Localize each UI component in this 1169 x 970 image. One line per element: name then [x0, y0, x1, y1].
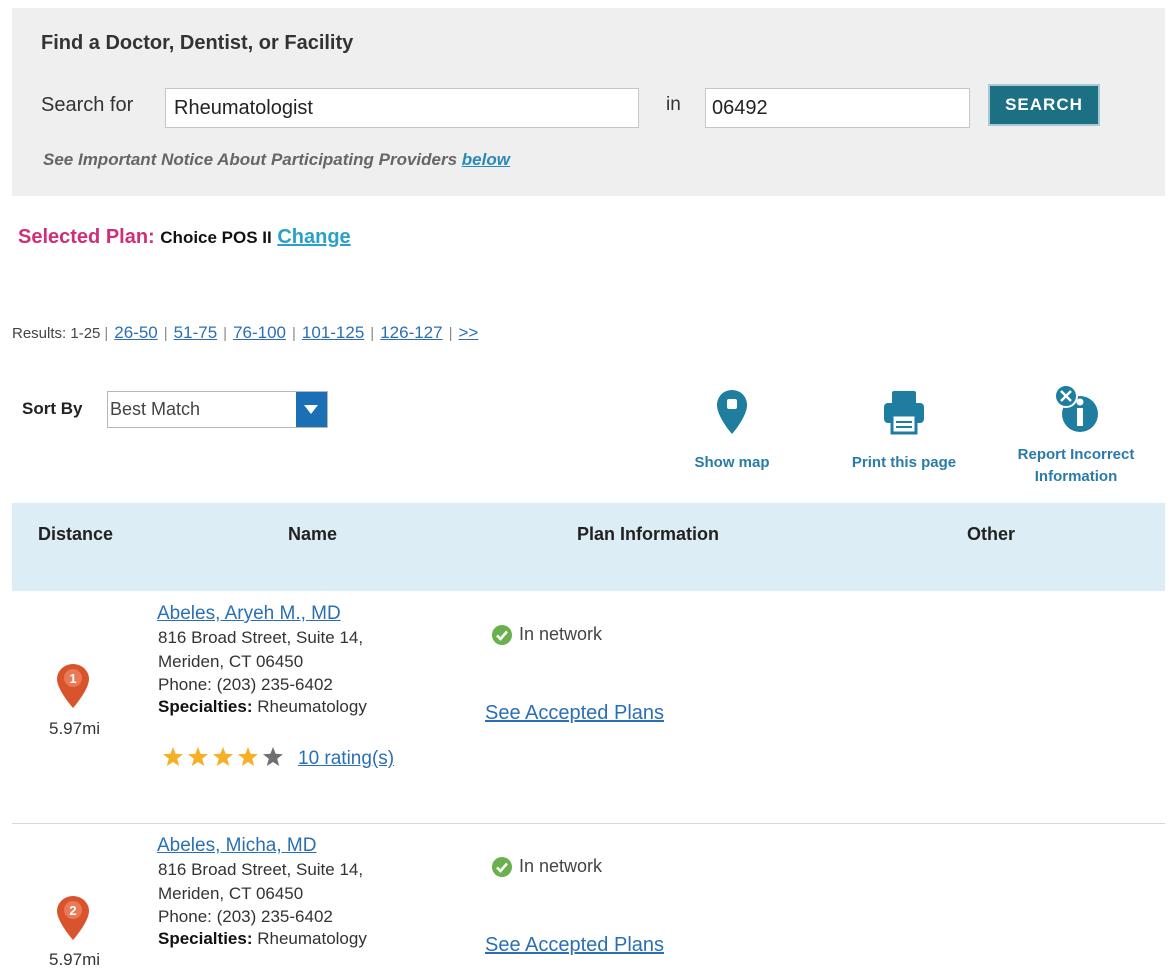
star-filled-icon: [163, 747, 183, 766]
location-in-label: in: [666, 94, 681, 115]
search-input[interactable]: [165, 88, 639, 128]
map-pin-icon: [717, 390, 747, 434]
notice-below-link[interactable]: below: [462, 150, 510, 169]
report-line-1: Report Incorrect: [1017, 446, 1135, 463]
search-panel: Find a Doctor, Dentist, or Facility Sear…: [12, 8, 1165, 196]
page-link-101-125[interactable]: 101-125: [302, 323, 364, 342]
star-empty-icon: [263, 747, 283, 766]
selected-plan-label: Selected Plan:: [18, 226, 155, 248]
network-status-text: In network: [519, 856, 603, 876]
column-distance[interactable]: Distance: [38, 524, 113, 545]
show-map-tool[interactable]: Show map: [680, 388, 784, 471]
provider-specialties: Specialties: Rheumatology: [158, 697, 367, 717]
printer-icon: [884, 391, 924, 435]
search-for-label: Search for: [41, 94, 134, 116]
network-status: In network: [491, 856, 602, 878]
row-divider: [12, 823, 1165, 824]
page-link-51-75[interactable]: 51-75: [174, 323, 217, 342]
results-table-header: Distance Name Plan Information Other: [12, 503, 1165, 591]
star-filled-icon: [188, 747, 208, 766]
rating-stars: [162, 746, 286, 773]
provider-address-line2: Meriden, CT 06450: [158, 652, 304, 671]
print-page-label: Print this page: [851, 454, 957, 471]
map-pin-icon[interactable]: 1: [56, 663, 90, 709]
selected-plan: Selected Plan: Choice POS II Change: [18, 226, 351, 249]
sort-by-label: Sort By: [22, 399, 83, 418]
ratings-link[interactable]: 10 rating(s): [298, 748, 394, 770]
report-info-icon: [1054, 384, 1098, 432]
check-circle-icon: [492, 625, 512, 646]
report-incorrect-tool[interactable]: Report Incorrect Information: [1000, 382, 1152, 488]
provider-name-link[interactable]: Abeles, Micha, MD: [157, 835, 316, 857]
result-distance: 5.97mi: [49, 719, 101, 738]
page-link-26-50[interactable]: 26-50: [114, 323, 157, 342]
show-map-label: Show map: [694, 454, 770, 471]
print-page-tool[interactable]: Print this page: [838, 388, 970, 471]
provider-address-line1: 816 Broad Street, Suite 14,: [158, 628, 364, 647]
participating-providers-notice: See Important Notice About Participating…: [43, 150, 510, 170]
pin-number: 1: [69, 671, 76, 686]
column-other[interactable]: Other: [967, 524, 1015, 545]
star-filled-icon: [238, 747, 258, 766]
results-range-label: Results: 1-25: [12, 325, 101, 342]
specialties-label: Specialties:: [158, 929, 253, 948]
network-status: In network: [491, 624, 602, 646]
search-button[interactable]: SEARCH: [988, 84, 1100, 126]
provider-phone: Phone: (203) 235-6402: [158, 907, 333, 926]
specialties-value: Rheumatology: [252, 929, 367, 948]
page-link-next[interactable]: >>: [459, 323, 479, 342]
page-link-76-100[interactable]: 76-100: [233, 323, 286, 342]
location-input[interactable]: [705, 88, 970, 128]
pin-number: 2: [69, 903, 76, 918]
provider-specialties: Specialties: Rheumatology: [158, 929, 367, 949]
see-accepted-plans-link[interactable]: See Accepted Plans: [485, 934, 664, 957]
page-link-126-127[interactable]: 126-127: [380, 323, 442, 342]
column-name[interactable]: Name: [288, 524, 337, 545]
map-pin-icon[interactable]: 2: [56, 895, 90, 941]
specialties-value: Rheumatology: [252, 697, 367, 716]
provider-name-link[interactable]: Abeles, Aryeh M., MD: [157, 603, 341, 625]
search-panel-title: Find a Doctor, Dentist, or Facility: [41, 32, 354, 54]
change-plan-link[interactable]: Change: [277, 226, 350, 248]
report-line-2: Information: [1034, 468, 1118, 485]
chevron-down-icon[interactable]: [296, 392, 327, 427]
specialties-label: Specialties:: [158, 697, 253, 716]
report-incorrect-label: Report Incorrect Information: [1000, 444, 1152, 488]
provider-address-line1: 816 Broad Street, Suite 14,: [158, 860, 364, 879]
results-pagination: Results: 1-25 | 26-50 | 51-75 | 76-100 | 101-125…: [12, 323, 479, 342]
check-circle-icon: [492, 857, 512, 878]
notice-text: See Important Notice About Participating…: [43, 150, 462, 169]
result-distance: 5.97mi: [49, 950, 101, 969]
network-status-text: In network: [519, 624, 603, 644]
star-filled-icon: [213, 747, 233, 766]
provider-phone: Phone: (203) 235-6402: [158, 675, 333, 694]
sort-by-select[interactable]: Best Match: [107, 391, 328, 428]
column-plan-information[interactable]: Plan Information: [577, 524, 719, 545]
selected-plan-name: Choice POS II: [160, 228, 272, 247]
sort-selected-value: Best Match: [110, 399, 201, 419]
provider-address-line2: Meriden, CT 06450: [158, 884, 304, 903]
see-accepted-plans-link[interactable]: See Accepted Plans: [485, 702, 664, 725]
